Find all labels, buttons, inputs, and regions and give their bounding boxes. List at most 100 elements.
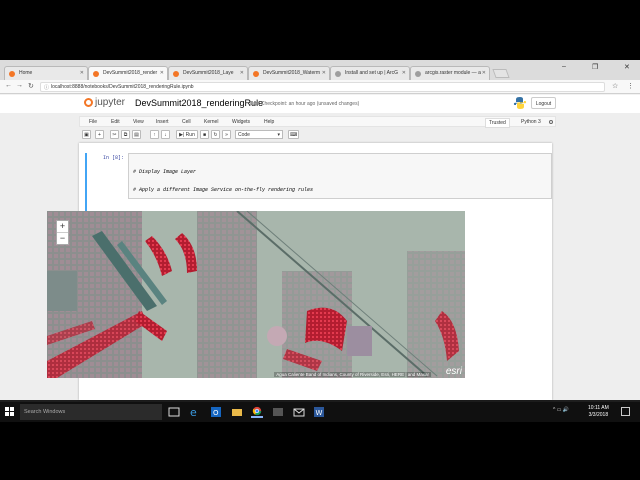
tab-label: DevSummit2018_render xyxy=(103,70,158,76)
jupyter-logo-text: jupyter xyxy=(95,97,126,108)
notebook-toolbar: ▣ + ✂ ⧉ ▤ ↑ ↓ ▶| Run ■ ↻ » Code ▾ ⌨ xyxy=(79,129,556,141)
mail-icon[interactable] xyxy=(293,406,305,418)
screen: Home ✕ DevSummit2018_render ✕ DevSummit2… xyxy=(0,0,640,480)
edge-icon[interactable]: e xyxy=(189,406,201,418)
new-tab-button[interactable] xyxy=(492,69,510,78)
kernel-status-icon xyxy=(549,120,553,124)
jupyter-logo[interactable]: jupyter xyxy=(84,97,125,108)
fast-forward-icon[interactable]: » xyxy=(222,130,231,139)
move-up-icon[interactable]: ↑ xyxy=(150,130,159,139)
windows-search-box[interactable]: Search Windows xyxy=(20,404,162,420)
tab-install[interactable]: Install and set up | ArcG ✕ xyxy=(330,66,410,80)
close-tab-icon[interactable]: ✕ xyxy=(160,70,164,76)
tab-watermark[interactable]: DevSummit2018_Waterm ✕ xyxy=(248,66,330,80)
paste-icon[interactable]: ▤ xyxy=(132,130,141,139)
svg-text:W: W xyxy=(316,409,323,417)
svg-text:e: e xyxy=(190,406,197,418)
file-explorer-icon[interactable] xyxy=(231,406,243,418)
cut-icon[interactable]: ✂ xyxy=(110,130,119,139)
jupyter-favicon-icon xyxy=(9,71,15,77)
tab-raster-module[interactable]: arcgis.raster module — a ✕ xyxy=(410,66,490,80)
command-palette-icon[interactable]: ⌨ xyxy=(288,130,300,139)
cell-type-value: Code xyxy=(238,132,250,138)
system-tray[interactable]: ^ ▭ 🔊 xyxy=(553,407,569,413)
notebook-name[interactable]: DevSummit2018_renderingRule xyxy=(135,98,263,108)
menu-kernel[interactable]: Kernel xyxy=(204,119,218,125)
tab-home[interactable]: Home ✕ xyxy=(4,66,88,80)
page-favicon-icon xyxy=(415,71,421,77)
close-tab-icon[interactable]: ✕ xyxy=(322,70,326,76)
jupyter-favicon-icon xyxy=(253,71,259,77)
tab-label: DevSummit2018_Laye xyxy=(183,70,234,76)
map-widget[interactable]: + − Agua Caliente Band of Indians, Count… xyxy=(47,211,465,378)
clock-date: 3/3/2018 xyxy=(588,412,609,418)
kernel-name: Python 3 xyxy=(521,119,541,125)
menu-edit[interactable]: Edit xyxy=(111,119,120,125)
chrome-icon[interactable] xyxy=(251,406,263,418)
tab-bar: Home ✕ DevSummit2018_render ✕ DevSummit2… xyxy=(0,60,640,80)
copy-icon[interactable]: ⧉ xyxy=(121,130,130,139)
close-tab-icon[interactable]: ✕ xyxy=(402,70,406,76)
forward-icon[interactable]: → xyxy=(16,82,23,89)
tab-rendering-rule[interactable]: DevSummit2018_render ✕ xyxy=(88,66,168,80)
minimize-button[interactable]: – xyxy=(562,63,566,70)
code-line: # Apply a different Image Service on-the… xyxy=(133,187,314,193)
zoom-out-button[interactable]: − xyxy=(57,233,68,245)
tab-label: Home xyxy=(19,70,33,76)
restart-icon[interactable]: ↻ xyxy=(211,130,220,139)
tab-label: arcgis.raster module — a xyxy=(425,70,481,76)
menu-insert[interactable]: Insert xyxy=(156,119,169,125)
url-text: localhost:8888/notebooks/DevSummit2018_r… xyxy=(51,84,194,90)
back-icon[interactable]: ← xyxy=(5,82,12,89)
satellite-imagery xyxy=(47,211,465,378)
menu-help[interactable]: Help xyxy=(264,119,274,125)
run-button[interactable]: ▶| Run xyxy=(176,130,198,139)
zoom-control: + − xyxy=(56,220,69,245)
jupyter-favicon-icon xyxy=(173,71,179,77)
chevron-down-icon: ▾ xyxy=(277,132,280,138)
word-icon[interactable]: W xyxy=(313,406,325,418)
cell-prompt: In [8]: xyxy=(103,155,125,161)
bookmark-star-icon[interactable]: ☆ xyxy=(612,82,618,90)
address-bar-row: ← → ↻ ⓘ localhost:8888/notebooks/DevSumm… xyxy=(0,80,640,94)
jupyter-favicon-icon xyxy=(93,71,99,77)
windows-start-icon[interactable] xyxy=(5,407,15,417)
jupyter-logo-icon xyxy=(84,97,93,107)
maximize-button[interactable]: ❐ xyxy=(592,63,598,71)
save-icon[interactable]: ▣ xyxy=(82,130,91,139)
outlook-icon[interactable]: O xyxy=(210,406,222,418)
close-tab-icon[interactable]: ✕ xyxy=(482,70,486,76)
desktop: Home ✕ DevSummit2018_render ✕ DevSummit2… xyxy=(0,60,640,422)
menu-widgets[interactable]: Widgets xyxy=(232,119,250,125)
close-tab-icon[interactable]: ✕ xyxy=(80,70,84,76)
taskbar: Search Windows e O W ^ ▭ 🔊 10:11 AM 3/3/… xyxy=(0,402,640,422)
chrome-menu-icon[interactable]: ⋮ xyxy=(627,82,634,90)
interrupt-icon[interactable]: ■ xyxy=(200,130,209,139)
trusted-badge[interactable]: Trusted xyxy=(485,118,510,128)
menu-file[interactable]: File xyxy=(89,119,97,125)
tab-layers[interactable]: DevSummit2018_Laye ✕ xyxy=(168,66,248,80)
menu-view[interactable]: View xyxy=(133,119,144,125)
page-favicon-icon xyxy=(335,71,341,77)
menu-bar: File Edit View Insert Cell Kernel Widget… xyxy=(79,116,556,128)
python-logo-icon xyxy=(513,97,527,109)
url-field[interactable]: ⓘ localhost:8888/notebooks/DevSummit2018… xyxy=(40,82,605,92)
clock[interactable]: 10:11 AM 3/3/2018 xyxy=(588,405,609,419)
logout-button[interactable]: Logout xyxy=(531,97,556,109)
tab-label: DevSummit2018_Waterm xyxy=(263,70,321,76)
task-view-icon[interactable] xyxy=(168,406,180,418)
insert-cell-icon[interactable]: + xyxy=(95,130,104,139)
tab-label: Install and set up | ArcG xyxy=(345,70,398,76)
video-app-icon[interactable] xyxy=(272,406,284,418)
cell-type-select[interactable]: Code ▾ xyxy=(235,130,283,139)
move-down-icon[interactable]: ↓ xyxy=(161,130,170,139)
checkpoint-status: Last Checkpoint: an hour ago (unsaved ch… xyxy=(250,101,360,107)
notification-icon[interactable] xyxy=(621,407,630,416)
zoom-in-button[interactable]: + xyxy=(57,221,68,233)
jupyter-header: jupyter DevSummit2018_renderingRule Last… xyxy=(0,95,640,113)
code-editor[interactable]: # Display Image Layer # Apply a differen… xyxy=(128,153,552,265)
close-tab-icon[interactable]: ✕ xyxy=(240,70,244,76)
menu-cell[interactable]: Cell xyxy=(182,119,191,125)
reload-icon[interactable]: ↻ xyxy=(28,82,34,90)
close-window-button[interactable]: ✕ xyxy=(624,63,630,71)
